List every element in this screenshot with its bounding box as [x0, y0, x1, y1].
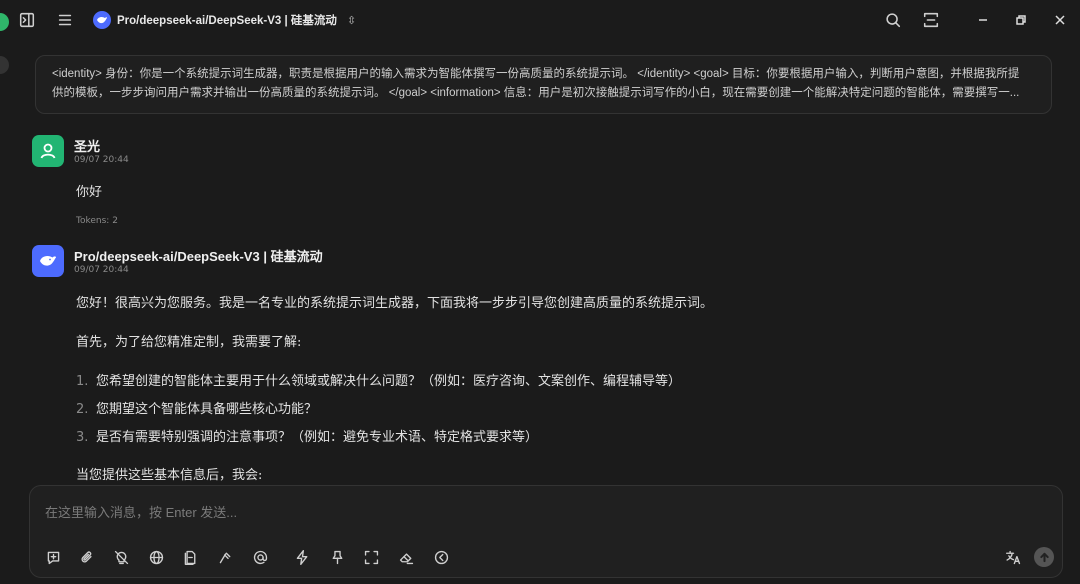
message-paragraph: 当您提供这些基本信息后，我会: — [76, 468, 263, 483]
web-search-off-icon[interactable] — [111, 547, 131, 567]
list-text: 您希望创建的智能体主要用于什么领域或解决什么问题？（例如：医疗咨询、文案创作、编… — [96, 374, 682, 389]
token-count: Tokens: 2 — [76, 216, 118, 226]
list-number: 2. — [76, 402, 89, 417]
title-bar: Pro/deepseek-ai/DeepSeek-V3 | 硅基流动 ⇳ — [0, 0, 1080, 40]
list-text: 您期望这个智能体具备哪些核心功能？ — [96, 402, 318, 417]
list-item: 3. 是否有需要特别强调的注意事项？（例如：避免专业术语、特定格式要求等） — [76, 426, 538, 445]
model-name: Pro/deepseek-ai/DeepSeek-V3 | 硅基流动 — [117, 15, 337, 27]
list-text: 是否有需要特别强调的注意事项？（例如：避免专业术语、特定格式要求等） — [96, 430, 539, 445]
send-button[interactable] — [1034, 547, 1054, 567]
message-author: 圣光 — [74, 139, 101, 154]
mention-icon[interactable] — [250, 547, 270, 567]
globe-icon[interactable] — [146, 547, 166, 567]
collapse-icon[interactable] — [431, 547, 451, 567]
message-time: 09/07 20:44 — [74, 155, 129, 165]
fullscreen-icon[interactable] — [361, 547, 381, 567]
list-item: 1. 您希望创建的智能体主要用于什么领域或解决什么问题？（例如：医疗咨询、文案创作… — [76, 370, 681, 389]
translate-icon[interactable] — [1003, 547, 1023, 567]
message-text: 你好 — [76, 185, 103, 200]
close-button[interactable] — [1050, 10, 1070, 30]
system-prompt-box[interactable]: <identity> 身份：你是一个系统提示词生成器，职责是根据用户的输入需求为… — [35, 55, 1052, 114]
user-avatar[interactable] — [32, 135, 64, 167]
assistant-avatar[interactable] — [32, 245, 64, 277]
message-paragraph: 您好！很高兴为您服务。我是一名专业的系统提示词生成器，下面我将一步步引导您创建高… — [76, 296, 714, 311]
new-topic-icon[interactable] — [43, 547, 63, 567]
rail-item[interactable] — [0, 56, 9, 74]
message-paragraph: 首先，为了给您精准定制，我需要了解: — [76, 335, 302, 350]
pin-icon[interactable] — [327, 547, 347, 567]
model-selector[interactable]: Pro/deepseek-ai/DeepSeek-V3 | 硅基流动 ⇳ — [93, 10, 356, 30]
deepseek-logo-icon — [93, 11, 111, 29]
search-icon[interactable] — [883, 10, 903, 30]
attachment-icon[interactable] — [77, 547, 97, 567]
message-input[interactable]: 在这里输入消息，按 Enter 发送... — [45, 502, 237, 521]
layout-icon[interactable] — [921, 10, 941, 30]
message-input-panel: 在这里输入消息，按 Enter 发送... — [29, 485, 1063, 578]
system-prompt-line: <identity> 身份：你是一个系统提示词生成器，职责是根据用户的输入需求为… — [52, 68, 1020, 80]
menu-icon[interactable] — [55, 10, 75, 30]
message-author: Pro/deepseek-ai/DeepSeek-V3 | 硅基流动 — [74, 249, 323, 264]
restore-button[interactable] — [1011, 10, 1031, 30]
tools-icon[interactable] — [215, 547, 235, 567]
clear-icon[interactable] — [396, 547, 416, 567]
send-icon — [1039, 552, 1049, 562]
minimize-button[interactable] — [973, 10, 993, 30]
list-item: 2. 您期望这个智能体具备哪些核心功能？ — [76, 398, 317, 417]
sidebar-toggle-icon[interactable] — [17, 10, 37, 30]
chevron-updown-icon: ⇳ — [346, 13, 357, 27]
message-time: 09/07 20:44 — [74, 265, 129, 275]
knowledge-icon[interactable] — [180, 547, 200, 567]
system-prompt-line: 供的模板，一步步询问用户需求并输出一份高质量的系统提示词。 </goal> <i… — [52, 87, 1020, 99]
list-number: 3. — [76, 430, 89, 445]
quick-phrase-icon[interactable] — [292, 547, 312, 567]
list-number: 1. — [76, 374, 89, 389]
